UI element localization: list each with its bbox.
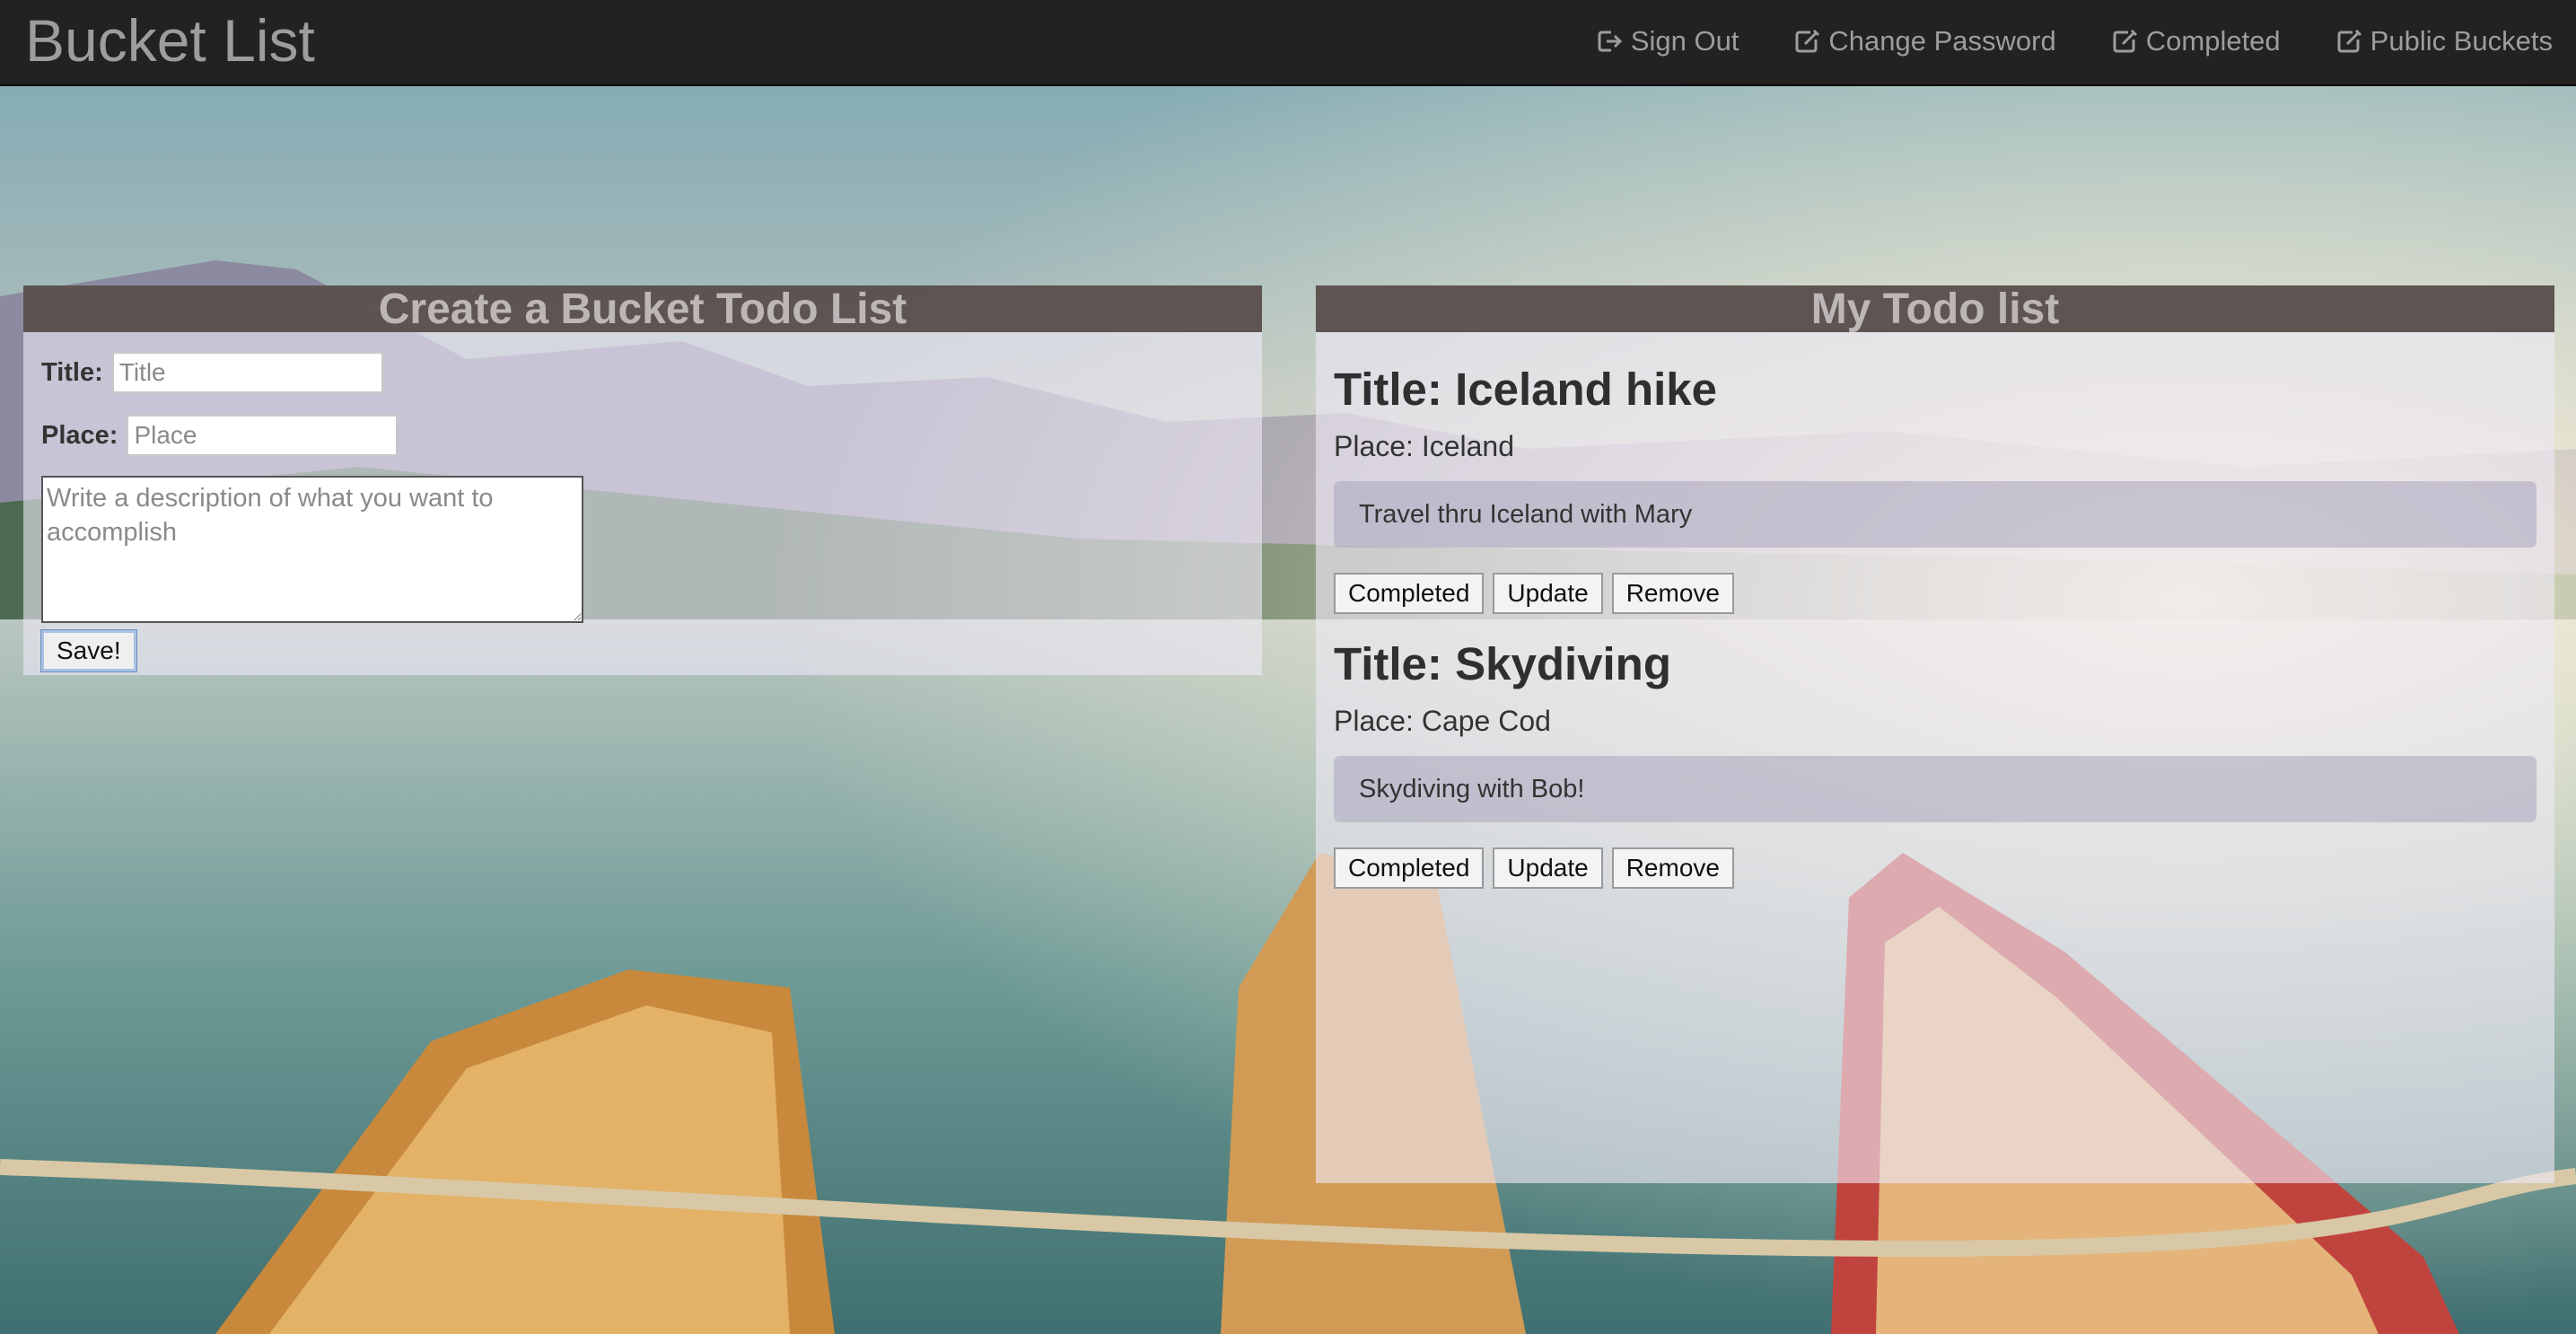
todo-actions: Completed Update Remove xyxy=(1334,573,2537,614)
create-panel-heading: Create a Bucket Todo List xyxy=(23,285,1262,332)
remove-button[interactable]: Remove xyxy=(1611,847,1734,889)
todo-description: Skydiving with Bob! xyxy=(1334,756,2537,822)
sign-out-icon xyxy=(1598,31,1622,52)
description-textarea[interactable] xyxy=(41,476,583,623)
todo-place: Place: Iceland xyxy=(1334,430,1515,462)
create-bucket-panel: Create a Bucket Todo List Title: Place: … xyxy=(23,285,1262,675)
todo-title: Title: Skydiving xyxy=(1334,638,1671,689)
nav-completed-label: Completed xyxy=(2145,25,2281,57)
nav-change-password[interactable]: Change Password xyxy=(1792,25,2056,57)
todo-description: Travel thru Iceland with Mary xyxy=(1334,481,2537,548)
todo-item: Title: Skydiving Place: Cape Cod Skydivi… xyxy=(1334,637,2537,889)
todo-place: Place: Cape Cod xyxy=(1334,705,1551,737)
edit-icon xyxy=(2113,29,2137,53)
completed-button[interactable]: Completed xyxy=(1334,847,1485,889)
top-navbar: Bucket List Sign Out Change Password Com… xyxy=(0,0,2576,86)
todo-actions: Completed Update Remove xyxy=(1334,847,2537,889)
todo-list-panel: My Todo list Title: Iceland hike Place: … xyxy=(1316,285,2554,1183)
place-label: Place: xyxy=(41,420,118,450)
completed-button[interactable]: Completed xyxy=(1334,573,1485,614)
nav-completed[interactable]: Completed xyxy=(2110,25,2281,57)
nav-public-buckets[interactable]: Public Buckets xyxy=(2335,25,2553,57)
title-input[interactable] xyxy=(111,352,383,393)
todo-panel-heading: My Todo list xyxy=(1316,285,2554,332)
nav-sign-out-label: Sign Out xyxy=(1630,25,1739,57)
nav-change-password-label: Change Password xyxy=(1828,25,2056,57)
update-button[interactable]: Update xyxy=(1493,573,1603,614)
title-label: Title: xyxy=(41,357,103,387)
edit-icon xyxy=(1795,29,1820,53)
brand-logo[interactable]: Bucket List xyxy=(25,9,315,72)
nav-public-buckets-label: Public Buckets xyxy=(2370,25,2553,57)
nav-sign-out[interactable]: Sign Out xyxy=(1595,25,1739,57)
create-bucket-form: Title: Place: Save! xyxy=(23,332,1262,672)
todo-item: Title: Iceland hike Place: Iceland Trave… xyxy=(1334,363,2537,614)
place-row: Place: xyxy=(41,413,1244,458)
nav-links: Sign Out Change Password Completed Publi… xyxy=(1595,0,2576,83)
save-button[interactable]: Save! xyxy=(40,629,137,672)
todo-list: Title: Iceland hike Place: Iceland Trave… xyxy=(1316,332,2554,889)
edit-icon xyxy=(2337,29,2361,53)
remove-button[interactable]: Remove xyxy=(1611,573,1734,614)
update-button[interactable]: Update xyxy=(1493,847,1603,889)
todo-title: Title: Iceland hike xyxy=(1334,364,1718,415)
place-input[interactable] xyxy=(127,415,399,456)
title-row: Title: xyxy=(41,350,1244,395)
